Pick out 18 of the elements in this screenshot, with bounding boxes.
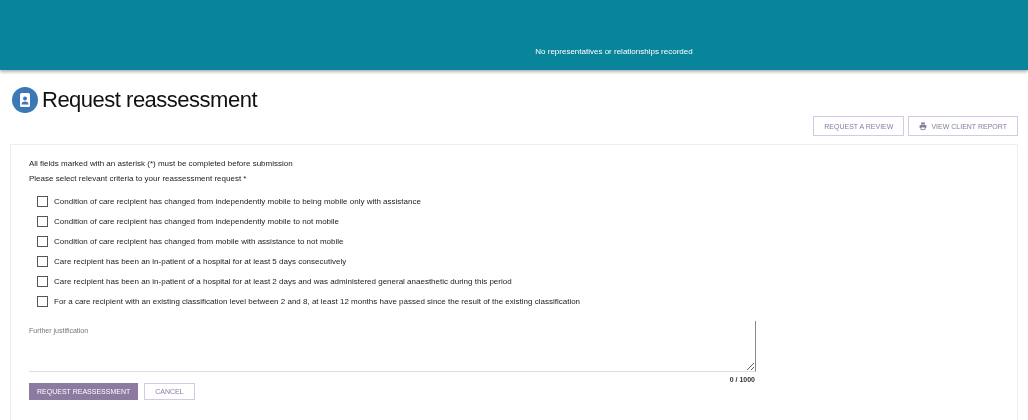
profile-document-icon <box>12 87 38 113</box>
checkbox-label: Condition of care recipient has changed from mobile with assistance to not mobile <box>54 236 344 246</box>
checkbox[interactable] <box>37 255 48 267</box>
checkbox-label: Care recipient has been an in-patient of a hospital for at least 2 days and was administered general anaesthetic during this period <box>54 276 512 286</box>
checkbox[interactable] <box>37 215 48 227</box>
checkbox-label: Condition of care recipient has changed from independently mobile to not mobile <box>54 216 340 226</box>
checkbox-label: Care recipient has been an in-patient of a hospital for at least 5 days consecutively <box>54 256 347 266</box>
checkbox[interactable] <box>37 195 48 207</box>
checkbox-label: Condition of care recipient has changed from independently mobile to being mobile only with assistance <box>54 196 421 206</box>
checkbox-label: For a care recipient with an existing classification level between 2 and 8, at least 12 months have passed since the result of the existing classification <box>54 296 581 306</box>
printer-icon <box>919 122 928 130</box>
checkbox[interactable] <box>37 235 48 247</box>
checkbox[interactable] <box>37 295 48 307</box>
banner-message: No representatives or relationships recorded <box>535 47 693 56</box>
page-title: Request reassessment <box>42 87 257 113</box>
checkbox[interactable] <box>37 275 48 287</box>
instruction-text: Please select relevant criteria to your reassessment request * <box>29 174 248 183</box>
instruction-text: All fields marked with an asterisk (*) must be completed before submission <box>29 159 294 168</box>
